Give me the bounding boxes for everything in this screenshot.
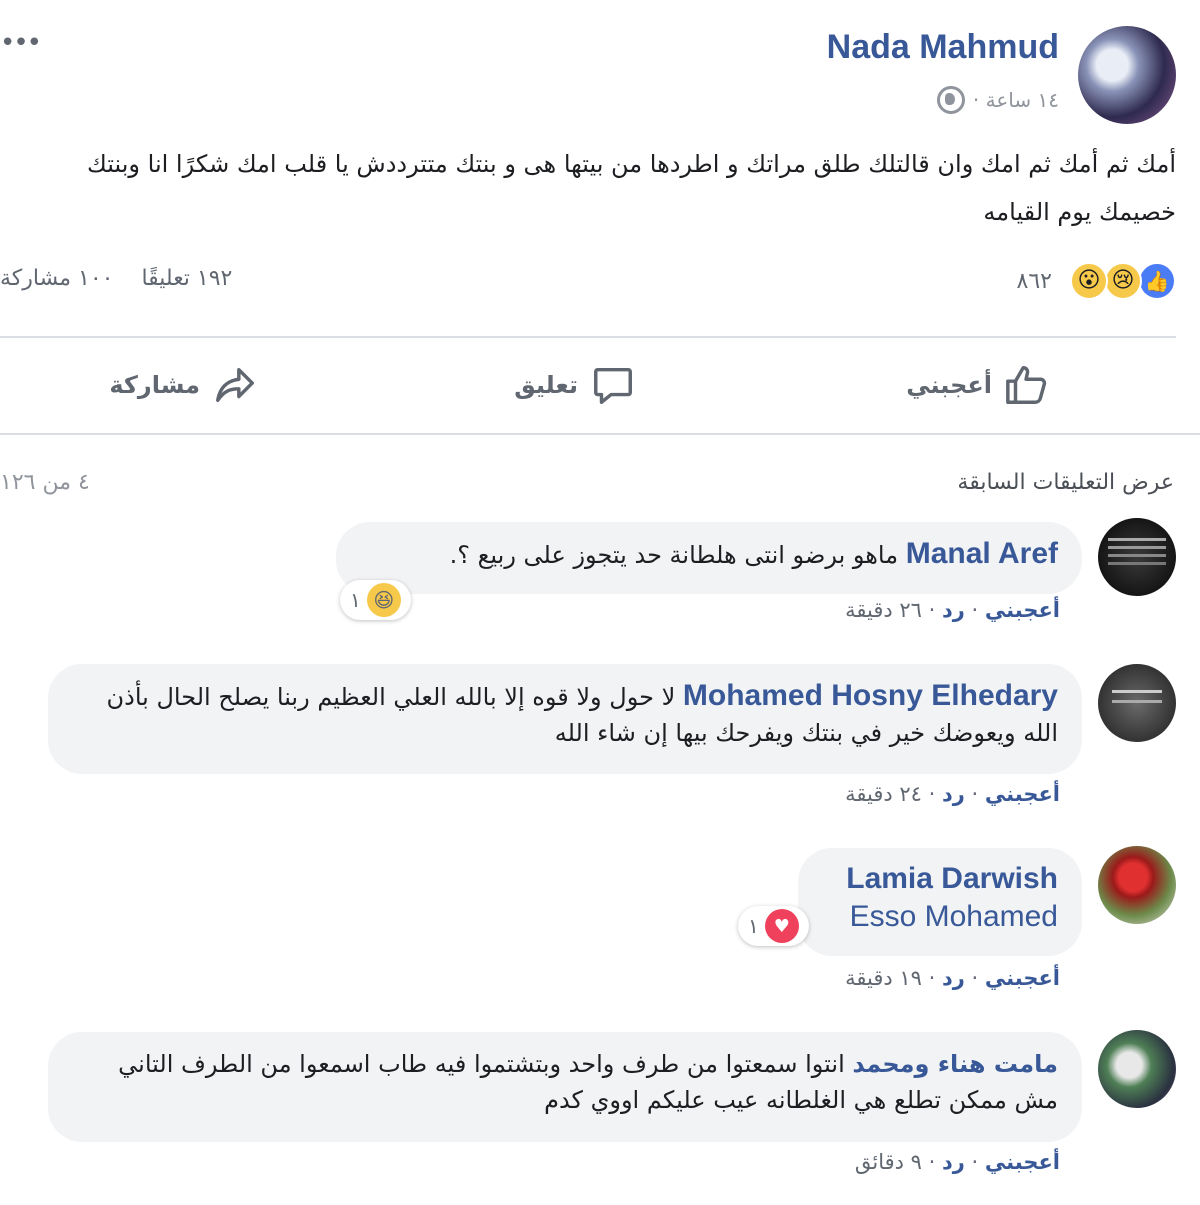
comment-like-link[interactable]: أعجبني xyxy=(985,598,1060,622)
thumbs-up-icon xyxy=(1006,366,1047,404)
comment-like-link[interactable]: أعجبني xyxy=(985,782,1060,806)
post-meta: ١٤ ساعة · xyxy=(936,86,1059,114)
comment-bubble: Lamia Darwish Esso Mohamed xyxy=(798,848,1082,956)
reaction-count: ١ xyxy=(350,588,361,612)
comment-meta: أعجبني · رد · ٢٦ دقيقة xyxy=(845,598,1060,622)
love-icon: ♥ xyxy=(764,909,799,943)
more-options-icon[interactable]: ••• xyxy=(0,28,42,58)
view-previous-comments-link[interactable]: عرض التعليقات السابقة xyxy=(957,470,1174,495)
divider xyxy=(0,336,1176,338)
comments-page-count: ٤ من ١٢٦ xyxy=(0,470,90,495)
reaction-count: ٨٦٢ xyxy=(1016,268,1052,294)
wow-icon: 😮 xyxy=(1070,262,1108,300)
comment-label: تعليق xyxy=(514,371,578,399)
like-label: أعجبني xyxy=(906,371,992,399)
share-button[interactable]: مشاركة xyxy=(109,362,258,408)
comment-reply-link[interactable]: رد xyxy=(942,782,965,806)
comment-meta: أعجبني · رد · ١٩ دقيقة xyxy=(845,966,1060,990)
comment-reply-link[interactable]: رد xyxy=(942,1150,965,1174)
shares-count[interactable]: ١٠٠ مشاركة xyxy=(0,266,113,291)
commenter-avatar[interactable] xyxy=(1098,518,1176,596)
share-arrow-icon xyxy=(216,367,254,403)
comment-button[interactable]: تعليق xyxy=(514,362,636,408)
commenter-name[interactable]: Lamia Darwish xyxy=(822,860,1058,898)
commenter-avatar[interactable] xyxy=(1098,1030,1176,1108)
commenter-name[interactable]: Manal Aref xyxy=(906,537,1058,570)
like-button[interactable]: أعجبني xyxy=(906,362,1050,408)
comment-icon xyxy=(594,367,632,404)
comment-reactions[interactable]: 😆 ١ xyxy=(340,580,411,620)
comments-count[interactable]: ١٩٢ تعليقًا xyxy=(141,266,232,291)
comment-meta: أعجبني · رد · ٩ دقائق xyxy=(854,1150,1060,1174)
author-name[interactable]: Nada Mahmud xyxy=(827,28,1059,67)
comment-time[interactable]: ٢٤ دقيقة xyxy=(845,782,922,806)
sad-icon: 😢 xyxy=(1104,262,1142,300)
post-text: أمك ثم أمك ثم امك وان قالتلك طلق مراتك و… xyxy=(87,150,1176,226)
divider xyxy=(0,433,1200,435)
comment-time[interactable]: ١٩ دقيقة xyxy=(845,966,922,990)
commenter-name[interactable]: Mohamed Hosny Elhedary xyxy=(683,679,1058,712)
commenter-avatar[interactable] xyxy=(1098,664,1176,742)
haha-icon: 😆 xyxy=(366,583,401,617)
comment-bubble: Mohamed Hosny Elhedary لا حول ولا قوه إل… xyxy=(48,664,1082,774)
comment-bubble: مامت هناء ومحمد انتوا سمعتوا من طرف واحد… xyxy=(48,1032,1082,1142)
share-label: مشاركة xyxy=(109,371,200,399)
comment-meta: أعجبني · رد · ٢٤ دقيقة xyxy=(845,782,1060,806)
globe-icon xyxy=(936,86,965,114)
commenter-avatar[interactable] xyxy=(1098,846,1176,924)
comment-reply-link[interactable]: رد xyxy=(942,598,965,622)
like-icon: 👍 xyxy=(1138,262,1176,300)
comment-bubble: Manal Aref ماهو برضو انتى هلطانة حد يتجو… xyxy=(336,522,1082,594)
comment-like-link[interactable]: أعجبني xyxy=(985,966,1060,990)
tagged-user-link[interactable]: Esso Mohamed xyxy=(822,898,1058,936)
comment-like-link[interactable]: أعجبني xyxy=(985,1150,1060,1174)
post-time[interactable]: ١٤ ساعة · xyxy=(973,88,1059,112)
commenter-name[interactable]: مامت هناء ومحمد xyxy=(852,1050,1058,1078)
reaction-count: ١ xyxy=(748,914,759,938)
comment-time[interactable]: ٩ دقائق xyxy=(855,1150,922,1174)
comment-reactions[interactable]: ♥ ١ xyxy=(738,906,809,946)
author-avatar[interactable] xyxy=(1078,26,1176,124)
reactions-summary[interactable]: 👍 😢 😮 ٨٦٢ xyxy=(1017,262,1176,300)
engagement-counts: ١٩٢ تعليقًا ١٠٠ مشاركة xyxy=(0,266,232,291)
comment-text: ماهو برضو انتى هلطانة حد يتجوز على ربيع … xyxy=(449,541,899,569)
comment-time[interactable]: ٢٦ دقيقة xyxy=(845,598,922,622)
comment-reply-link[interactable]: رد xyxy=(942,966,965,990)
